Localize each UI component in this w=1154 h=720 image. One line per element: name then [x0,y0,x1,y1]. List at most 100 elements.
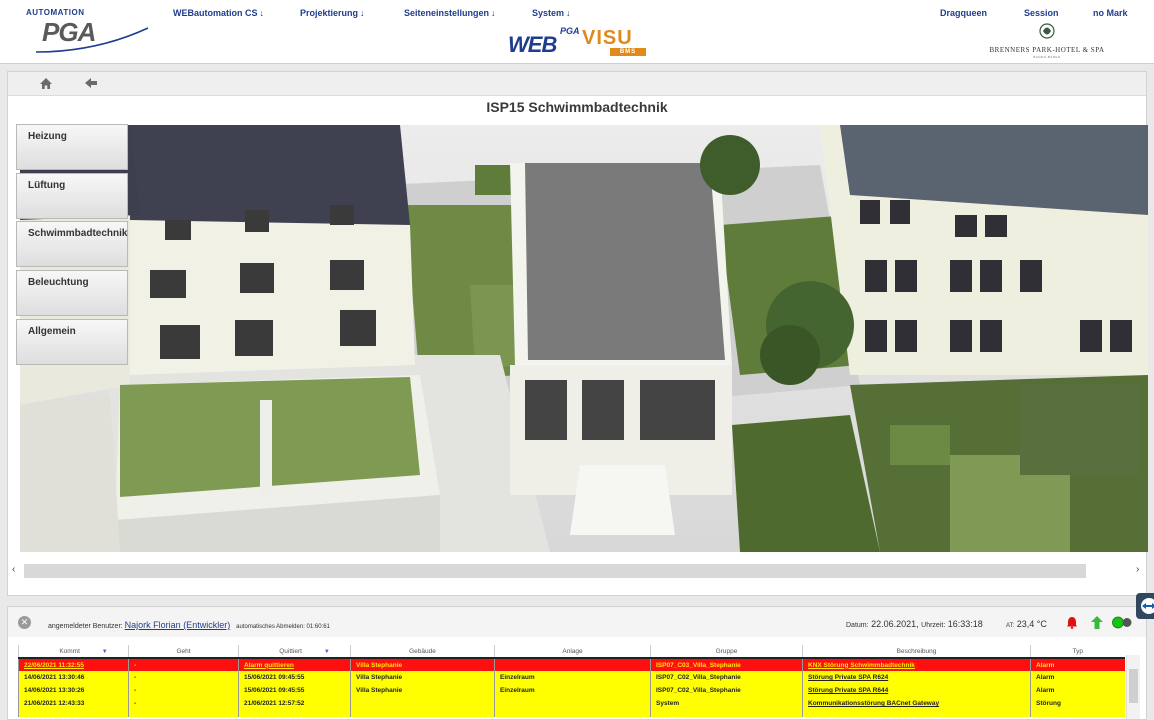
cell-geht: - [128,671,239,684]
table-header: Kommt ▼ Geht Quittiert ▼ Gebäude Anlage … [18,645,1125,659]
scroll-right-icon[interactable]: › [1136,564,1139,575]
side-btn-beleuchtung[interactable]: Beleuchtung [16,270,128,316]
cell-beschreibung-link[interactable]: KNX Störung Schwimmbadtechnik [802,658,1031,671]
cell-geht: - [128,684,239,697]
top-header: AUTOMATION PGA WEBautomation CS ↓ Projekt… [0,0,1154,64]
cell-partial [650,710,803,717]
hotel-brand-logo: BRENNERS PARK-HOTEL & SPA BADEN-BADEN [986,22,1108,62]
table-row[interactable]: 14/06/2021 13:30:46 - 15/06/2021 09:45:5… [18,671,1125,684]
nav-projektierung[interactable]: Projektierung ↓ [300,8,365,18]
nav-seiteneinstellungen[interactable]: Seiteneinstellungen ↓ [404,8,496,18]
chevron-down-icon: ↓ [491,8,496,18]
hotel-brand-name: BRENNERS PARK-HOTEL & SPA [989,46,1105,54]
alarm-scroll-thumb[interactable] [1129,669,1138,703]
horizontal-scrollbar[interactable]: ‹ › [8,564,1146,578]
table-row[interactable]: 14/06/2021 13:30:26 - 15/06/2021 09:45:5… [18,684,1125,697]
cell-gruppe: ISP07_C02_Villa_Stephanie [650,684,803,697]
cell-typ: Alarm [1030,684,1125,697]
cell-anlage: Einzelraum [494,684,651,697]
side-btn-heizung[interactable]: Heizung [16,124,128,170]
status-bar: ✕ angemeldeter Benutzer: Najork Florian … [8,593,1154,637]
cell-partial [494,710,651,717]
cell-quittiert: 15/06/2021 09:45:55 [238,671,351,684]
table-row[interactable]: 21/06/2021 12:43:33 - 21/06/2021 12:57:5… [18,697,1125,710]
side-btn-lueftung[interactable]: Lüftung [16,173,128,219]
green-status-dot-icon [1112,616,1132,629]
cell-kommt[interactable]: 22/06/2021 11:32:55 [18,658,129,671]
nav-system[interactable]: System ↓ [532,8,571,18]
cell-gebaeude [350,697,495,710]
home-icon[interactable] [39,77,53,90]
table-row[interactable]: 22/06/2021 11:32:55 - Alarm quittieren V… [18,658,1125,671]
col-kommt[interactable]: Kommt ▼ [18,645,129,659]
cell-quittiert: 21/06/2021 12:57:52 [238,697,351,710]
arrow-left-icon[interactable] [84,77,98,89]
chevron-down-icon: ↓ [566,8,571,18]
cell-partial [18,710,129,717]
cell-kommt: 14/06/2021 13:30:46 [18,671,129,684]
cell-gebaeude: Villa Stephanie [350,671,495,684]
acknowledge-alarm-link[interactable]: Alarm quittieren [238,658,351,671]
cell-partial [802,710,1031,717]
col-quittiert[interactable]: Quittiert ▼ [238,645,351,659]
cell-typ: Alarm [1030,671,1125,684]
cell-typ: Alarm [1030,658,1125,671]
app-root: AUTOMATION PGA WEBautomation CS ↓ Projekt… [0,0,1154,720]
link-no-mark[interactable]: no Mark [1093,8,1128,18]
user-label: angemeldeter Benutzer: [48,623,123,630]
scroll-left-icon[interactable]: ‹ [12,564,15,575]
chevron-down-icon: ↓ [259,8,265,18]
cell-quittiert: 15/06/2021 09:45:55 [238,684,351,697]
cell-partial [350,710,495,717]
building-3d-view[interactable] [20,125,1148,552]
cell-anlage: Einzelraum [494,671,651,684]
cell-beschreibung-link[interactable]: Störung Private SPA R644 [802,684,1031,697]
date-value: 22.06.2021, [871,619,919,629]
col-label: Quittiert [279,647,302,655]
table-row-partial[interactable] [18,710,1125,717]
side-btn-schwimmbadtechnik[interactable]: Schwimmbadtechnik [16,221,128,267]
user-name-link[interactable]: Najork Florian (Entwickler) [125,620,231,630]
logo-top-text: AUTOMATION [26,8,85,17]
bell-icon[interactable] [1066,616,1078,629]
logo-web-text: WEB [508,32,557,57]
link-dragqueen[interactable]: Dragqueen [940,8,987,18]
col-typ[interactable]: Typ [1030,645,1125,659]
cell-kommt: 14/06/2021 13:30:26 [18,684,129,697]
chevron-down-icon: ↓ [360,8,365,18]
cell-partial [128,710,239,717]
temp-value: 23,4 °C [1016,619,1047,629]
page-title: ISP15 Schwimmbadtechnik [486,99,668,115]
crest-icon [1039,23,1055,39]
cell-partial [1030,710,1125,717]
nav-webautomation-cs[interactable]: WEBautomation CS ↓ [173,8,264,18]
nav-label: Projektierung [300,8,359,18]
scrollbar-thumb[interactable] [24,564,1086,578]
temp-label: AT: [1006,623,1015,629]
sort-desc-icon[interactable]: ▼ [324,649,330,655]
side-btn-allgemein[interactable]: Allgemein [16,319,128,365]
teamviewer-arrows-icon [1141,598,1154,614]
time-label: Uhrzeit: [921,622,946,629]
col-gruppe[interactable]: Gruppe [650,645,803,659]
col-label: Kommt [59,647,80,655]
col-beschreibung[interactable]: Beschreibung [802,645,1031,659]
sort-desc-icon[interactable]: ▼ [102,649,108,655]
cell-anlage [494,658,651,671]
outside-temperature: AT: 23,4 °C [1006,619,1047,629]
col-anlage[interactable]: Anlage [494,645,651,659]
alarm-table-scrollbar[interactable] [1126,655,1140,719]
cell-beschreibung-link[interactable]: Kommunikationsstörung BACnet Gateway [802,697,1031,710]
nav-label: WEBautomation CS [173,8,258,18]
link-session[interactable]: Session [1024,8,1059,18]
webvisu-bms-logo: PGA WEB VISU BMS [508,26,648,57]
teamviewer-icon[interactable] [1136,593,1154,619]
pga-automation-logo[interactable]: AUTOMATION PGA [26,8,151,54]
col-geht[interactable]: Geht [128,645,239,659]
cell-beschreibung-link[interactable]: Störung Private SPA R624 [802,671,1031,684]
col-gebaeude[interactable]: Gebäude [350,645,495,659]
logo-swoosh-icon [35,27,149,53]
arrow-up-icon[interactable] [1091,616,1103,629]
close-icon[interactable]: ✕ [18,616,31,629]
logged-in-user: angemeldeter Benutzer: Najork Florian (E… [48,620,330,630]
